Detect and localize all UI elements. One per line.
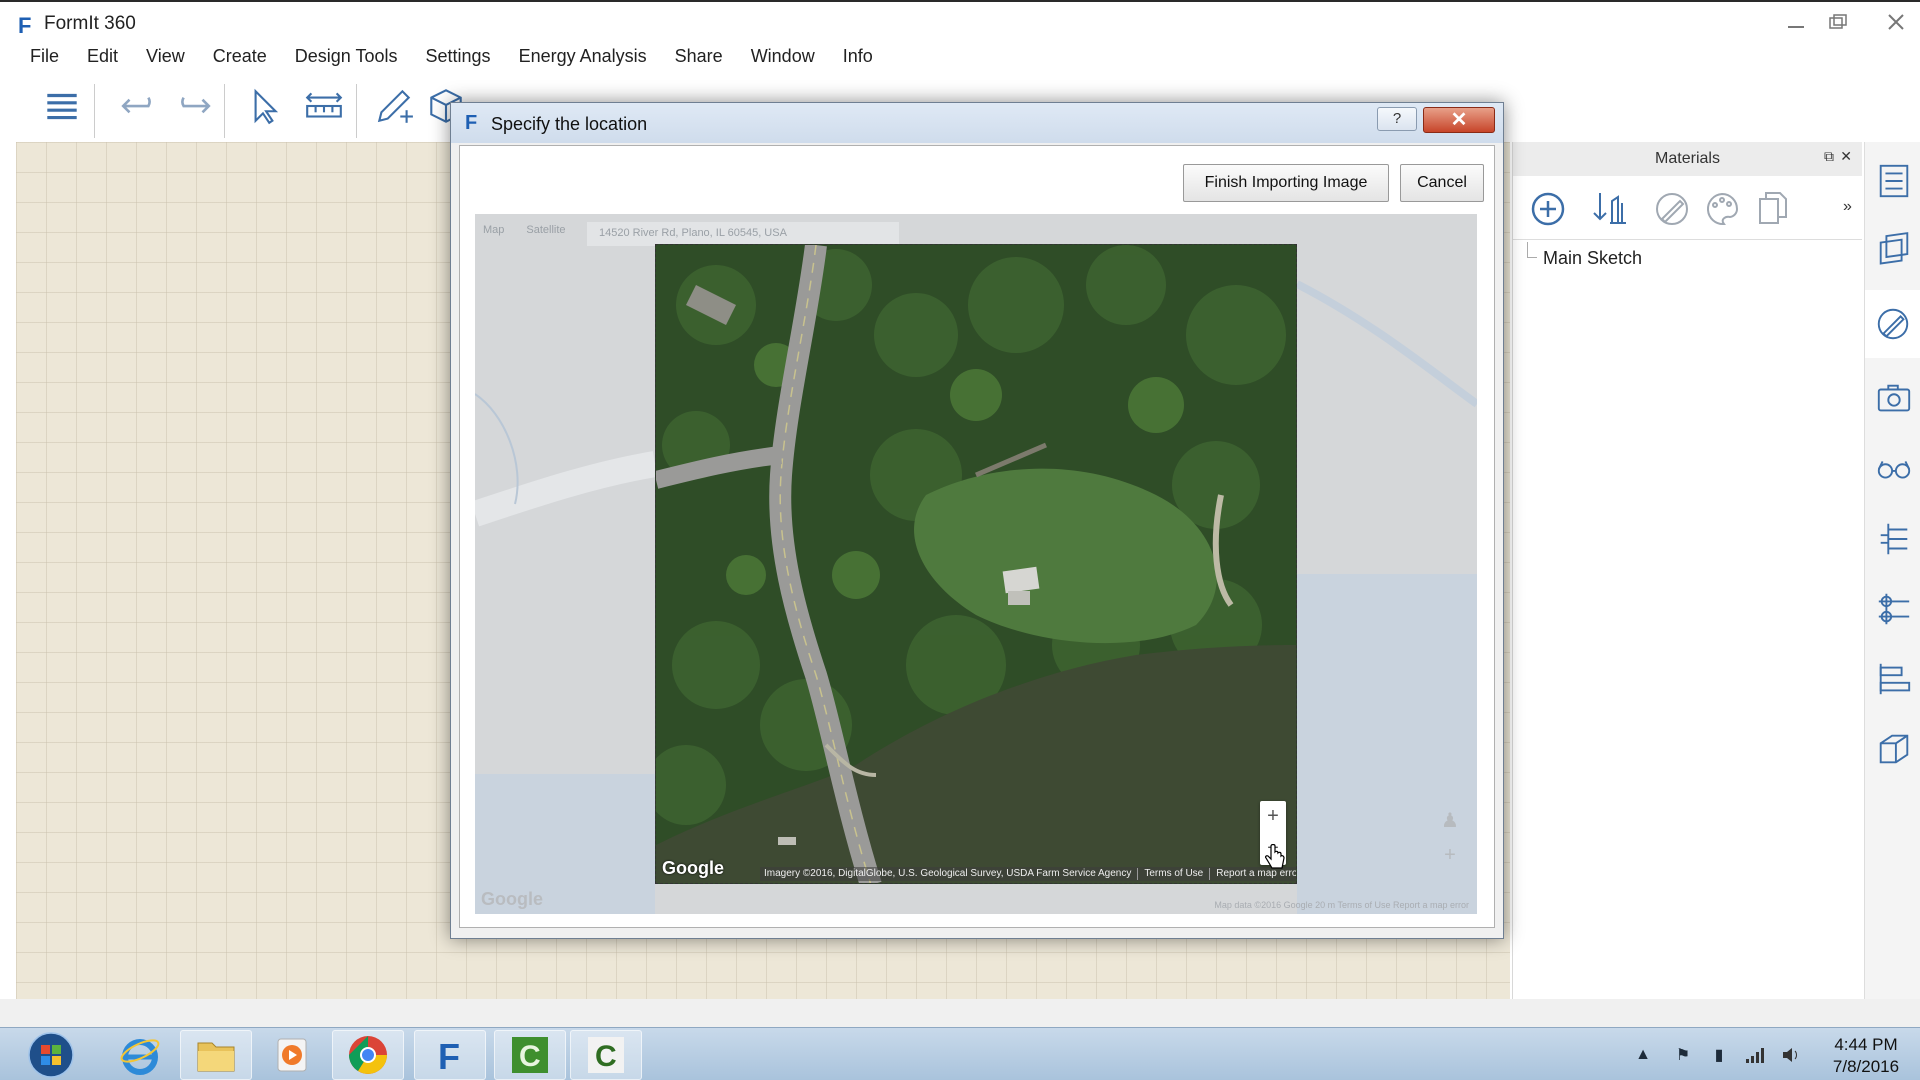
action-center-flag-icon[interactable]: ⚑: [1672, 1044, 1694, 1066]
map-type-tabs: Map Satellite: [483, 224, 566, 236]
panel-undock-icon[interactable]: ⧉: [1824, 148, 1834, 165]
map-view[interactable]: Map Satellite 14520 River Rd, Plano, IL …: [475, 214, 1477, 914]
cancel-button[interactable]: Cancel: [1400, 164, 1484, 202]
faded-zoom-controls: ♟ +: [1437, 804, 1463, 874]
menu-design-tools[interactable]: Design Tools: [281, 44, 412, 68]
scenes-camera-icon[interactable]: [1873, 378, 1915, 420]
menu-view[interactable]: View: [132, 44, 199, 68]
redo-icon[interactable]: [166, 76, 218, 136]
terms-of-use-link[interactable]: Terms of Use: [1137, 868, 1203, 880]
clock-date: 7/8/2016: [1832, 1057, 1900, 1076]
menu-create[interactable]: Create: [199, 44, 281, 68]
formit-logo-icon: F: [465, 112, 478, 134]
imagery-credit: Imagery ©2016, DigitalGlobe, U.S. Geolog…: [764, 868, 1132, 879]
dialog-title-bar: F Specify the location ? ✕: [451, 103, 1503, 143]
panel-overflow-icon[interactable]: »: [1843, 198, 1852, 216]
title-bar: F FormIt 360: [0, 0, 1920, 44]
map-tab[interactable]: Map: [483, 224, 504, 236]
menu-file[interactable]: File: [16, 44, 73, 68]
clock-time: 4:44 PM: [1834, 1035, 1898, 1054]
sketch-pencil-icon[interactable]: [368, 76, 420, 136]
levels-icon[interactable]: [1873, 588, 1915, 630]
menu-settings[interactable]: Settings: [412, 44, 505, 68]
paint-material-icon[interactable]: [1649, 186, 1695, 232]
menu-window[interactable]: Window: [737, 44, 829, 68]
address-field[interactable]: 14520 River Rd, Plano, IL 60545, USA: [587, 222, 899, 246]
dimension-icon[interactable]: [298, 76, 350, 136]
materials-panel: Materials ⧉ ✕ » Main Sketch: [1512, 142, 1862, 999]
content-library-icon[interactable]: [1873, 728, 1915, 770]
app-title: FormIt 360: [44, 13, 136, 34]
close-window-button[interactable]: [1876, 8, 1916, 36]
camtasia-studio-icon[interactable]: C: [570, 1030, 642, 1080]
copy-material-icon[interactable]: [1749, 186, 1795, 232]
select-arrow-icon[interactable]: [238, 76, 290, 136]
start-button[interactable]: [20, 1030, 82, 1080]
satellite-imagery: [656, 245, 1296, 883]
tree-connector: [1527, 242, 1537, 258]
windows-taskbar: F C C ▲ ⚑ ▮ 4:44 PM 7/8/2016: [0, 1027, 1920, 1080]
minimize-button[interactable]: [1776, 8, 1816, 36]
panel-header: Materials ⧉ ✕: [1513, 142, 1862, 176]
satellite-tab[interactable]: Satellite: [526, 224, 565, 236]
system-clock[interactable]: 4:44 PM 7/8/2016: [1816, 1034, 1916, 1078]
panel-toolbar: »: [1513, 176, 1862, 240]
tree-item-main-sketch[interactable]: Main Sketch: [1543, 248, 1642, 269]
panel-title: Materials: [1655, 150, 1720, 167]
menu-info[interactable]: Info: [829, 44, 887, 68]
visual-styles-glasses-icon[interactable]: [1873, 448, 1915, 490]
camtasia-recorder-icon[interactable]: C: [494, 1030, 566, 1080]
google-logo: Google: [662, 858, 724, 878]
menu-bar: File Edit View Create Design Tools Setti…: [16, 44, 887, 68]
help-button[interactable]: ?: [1377, 107, 1417, 131]
finish-importing-image-button[interactable]: Finish Importing Image: [1183, 164, 1389, 202]
toolbar-divider: [94, 84, 95, 138]
show-hidden-icons-icon[interactable]: ▲: [1632, 1044, 1654, 1066]
dialog-body: Finish Importing Image Cancel Map Satell…: [459, 145, 1495, 928]
network-signal-icon[interactable]: [1744, 1044, 1766, 1066]
faded-zoom-in-icon: +: [1444, 844, 1456, 866]
file-explorer-icon[interactable]: [180, 1030, 252, 1080]
power-icon[interactable]: ▮: [1708, 1044, 1730, 1066]
satellite-image-crop[interactable]: Google Imagery ©2016, DigitalGlobe, U.S.…: [655, 244, 1297, 884]
media-player-icon[interactable]: [256, 1030, 328, 1080]
svg-text:C: C: [519, 1040, 541, 1073]
faded-pegman-icon: ♟: [1441, 810, 1459, 832]
svg-text:F: F: [438, 1036, 460, 1077]
toolbar-divider: [356, 84, 357, 138]
volume-icon[interactable]: [1780, 1044, 1802, 1066]
right-tool-strip: [1864, 142, 1920, 999]
chrome-icon[interactable]: [332, 1030, 404, 1080]
import-material-icon[interactable]: [1587, 186, 1633, 232]
toolbar-divider: [224, 84, 225, 138]
google-logo-faded: Google: [481, 889, 543, 909]
formit-taskbar-icon[interactable]: F: [414, 1030, 486, 1080]
specify-location-dialog: F Specify the location ? ✕ Finish Import…: [450, 102, 1504, 939]
panel-close-icon[interactable]: ✕: [1840, 148, 1852, 165]
layers-icon[interactable]: [1873, 230, 1915, 272]
menu-edit[interactable]: Edit: [73, 44, 132, 68]
align-layout-icon[interactable]: [1873, 658, 1915, 700]
properties-icon[interactable]: [1873, 160, 1915, 202]
menu-share[interactable]: Share: [661, 44, 737, 68]
hand-cursor-icon: [1265, 844, 1285, 869]
dialog-close-button[interactable]: ✕: [1423, 107, 1495, 133]
map-footer-faded: Map data ©2016 Google 20 m Terms of Use …: [1214, 900, 1469, 910]
list-icon[interactable]: [36, 76, 88, 136]
windows-orb-icon: [28, 1032, 74, 1078]
internet-explorer-icon[interactable]: [104, 1030, 176, 1080]
formit-logo-icon: F: [18, 13, 32, 38]
map-attribution: Imagery ©2016, DigitalGlobe, U.S. Geolog…: [760, 867, 1296, 881]
undo-icon[interactable]: [114, 76, 166, 136]
menu-energy-analysis[interactable]: Energy Analysis: [505, 44, 661, 68]
zoom-in-button[interactable]: +: [1260, 801, 1286, 833]
status-bar: [0, 999, 1920, 1027]
materials-tab-icon[interactable]: [1865, 290, 1920, 358]
add-material-icon[interactable]: [1525, 186, 1571, 232]
groups-tree-icon[interactable]: [1873, 518, 1915, 560]
palette-icon[interactable]: [1699, 186, 1745, 232]
dialog-title: Specify the location: [491, 114, 648, 134]
restore-button[interactable]: [1818, 8, 1858, 36]
svg-text:C: C: [595, 1040, 617, 1073]
